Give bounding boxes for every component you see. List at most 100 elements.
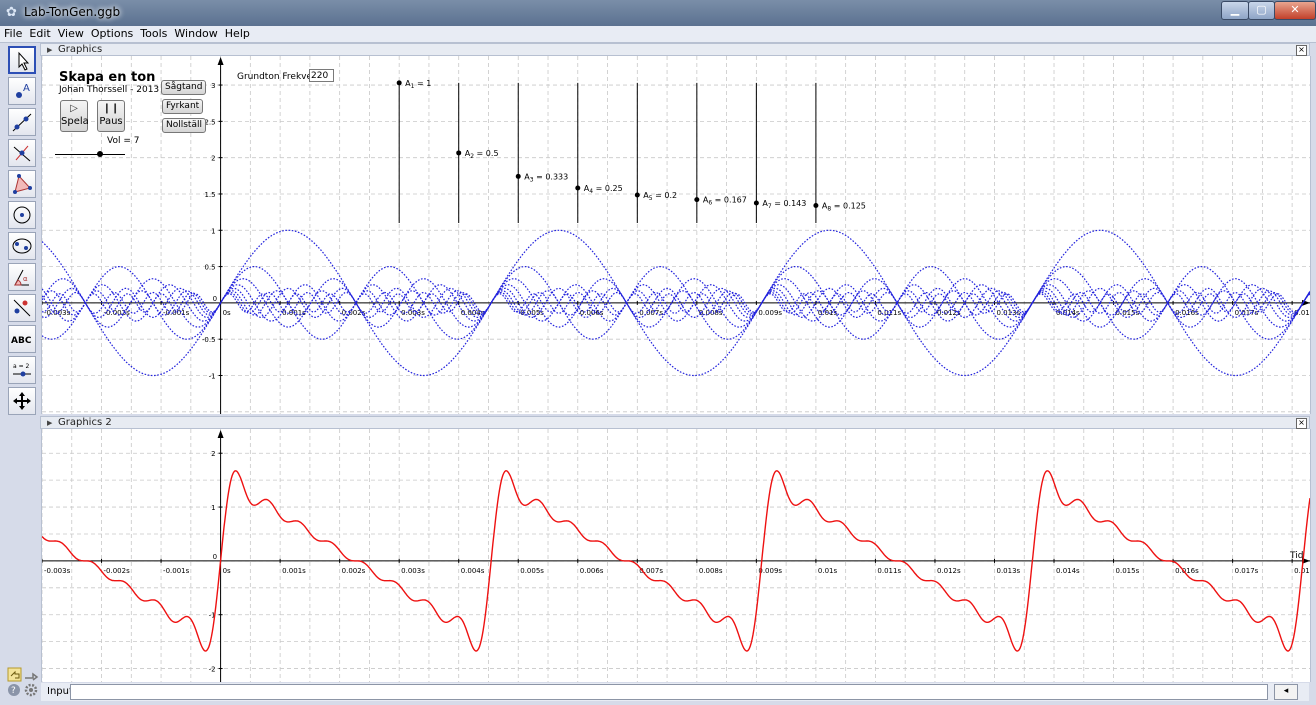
move-tool-button[interactable]	[8, 46, 36, 74]
input-field[interactable]	[70, 684, 1268, 700]
help-icon[interactable]: ?	[8, 684, 20, 696]
x-tick-label: 0.017s	[1235, 567, 1259, 575]
square-button[interactable]: Fyrkant	[162, 99, 204, 114]
panel-collapse-icon[interactable]: ▶	[47, 46, 52, 54]
point-tool-button[interactable]: A	[8, 77, 36, 105]
slider-tool-button[interactable]: a = 2	[8, 356, 36, 384]
line-tool-button[interactable]	[8, 108, 36, 136]
move-view-tool-button[interactable]	[8, 387, 36, 415]
axes: -0.003s -0.002s -0.001s 0s 0.001s 0.002s 0.003…	[42, 430, 1310, 682]
amplitude-slider-knob[interactable]	[813, 202, 819, 208]
menu-view[interactable]: View	[54, 26, 87, 40]
amplitude-label: A5 = 0.2	[643, 191, 677, 202]
amplitude-label: A6 = 0.167	[703, 196, 747, 207]
sawtooth-button[interactable]: Sågtand	[161, 80, 207, 95]
x-tick-label: 0.003s	[401, 567, 425, 575]
x-tick-label: 0.012s	[937, 567, 961, 575]
window-title: Lab-TonGen.ggb	[24, 5, 121, 19]
frequency-input[interactable]	[309, 69, 334, 82]
undo-icon[interactable]	[7, 667, 22, 682]
menu-file[interactable]: File	[0, 26, 25, 40]
close-panel-icon[interactable]: ×	[1296, 418, 1307, 429]
amplitude-slider-knob[interactable]	[515, 173, 521, 179]
tool-bar: A α ABC a = 2	[4, 44, 38, 684]
svg-text:A: A	[23, 83, 30, 94]
graphics-2-panel-header[interactable]: ▶ Graphics 2 ×	[40, 416, 1310, 429]
amplitude-slider-knob[interactable]	[753, 200, 759, 206]
polygon-tool-button[interactable]	[8, 170, 36, 198]
amplitude-slider-knob[interactable]	[456, 150, 462, 156]
x-tick-label: 0.01s	[818, 567, 838, 575]
page-title: Skapa en ton	[59, 70, 156, 85]
svg-text:ABC: ABC	[11, 336, 32, 346]
graphics-1-canvas[interactable]: -0.003s -0.002s -0.001s 0s 0.001s 0.002s 0.003…	[42, 56, 1310, 414]
graphics-panel-label: Graphics	[58, 44, 103, 55]
menu-tools[interactable]: Tools	[136, 26, 170, 40]
x-tick-label: 0.011s	[877, 567, 901, 575]
y-tick-label: -0.5	[202, 336, 216, 344]
x-tick-label: 0.002s	[342, 567, 366, 575]
perpendicular-icon	[13, 145, 31, 162]
amplitude-label: A8 = 0.125	[822, 201, 866, 212]
geogebra-logo-icon: ✿	[6, 5, 17, 20]
menu-edit[interactable]: Edit	[25, 26, 53, 40]
x-tick-label: 0.003s	[401, 309, 425, 317]
amplitude-slider-knob[interactable]	[396, 80, 402, 86]
y-tick-label: 1	[211, 504, 215, 512]
polygon-icon	[13, 174, 32, 194]
amplitude-slider-knob[interactable]	[634, 192, 640, 198]
menu-window[interactable]: Window	[170, 26, 220, 40]
graphics-view-1[interactable]: -0.003s -0.002s -0.001s 0s 0.001s 0.002s 0.003…	[41, 56, 1311, 414]
x-tick-label: 0.007s	[639, 309, 663, 317]
conic-tool-button[interactable]	[8, 232, 36, 260]
reflect-tool-button[interactable]	[8, 294, 36, 322]
y-tick-label: 0	[213, 553, 217, 561]
graphics-panel-header[interactable]: ▶ Graphics ×	[40, 43, 1310, 56]
amplitude-sliders: A1 = 1 A2 = 0.5 A3 = 0.333 A4 = 0.25 A5 = 0.…	[396, 79, 866, 224]
undo-redo-dock: ?	[6, 667, 40, 701]
x-tick-label: 0.005s	[520, 567, 544, 575]
volume-slider-knob[interactable]	[97, 151, 103, 157]
minimize-button[interactable]: ▁	[1221, 1, 1249, 20]
title-bar: ✿ Lab-TonGen.ggb ▁ ▢ ✕	[0, 0, 1316, 26]
text-tool-button[interactable]: ABC	[8, 325, 36, 353]
volume-slider-track[interactable]	[55, 154, 125, 155]
menu-options[interactable]: Options	[87, 26, 136, 40]
x-tick-label: -0.002s	[104, 567, 131, 575]
panel-collapse-icon[interactable]: ▶	[47, 419, 52, 427]
axes: -0.003s -0.002s -0.001s 0s 0.001s 0.002s 0.003…	[42, 57, 1310, 414]
x-tick-label: 0.005s	[520, 309, 544, 317]
close-panel-icon[interactable]: ×	[1296, 45, 1307, 56]
x-tick-label: 0.009s	[758, 567, 782, 575]
amplitude-slider-knob[interactable]	[694, 197, 700, 203]
play-icon: ▷	[70, 103, 78, 114]
menu-help[interactable]: Help	[221, 26, 253, 40]
redo-icon[interactable]	[25, 672, 39, 681]
x-tick-label: 0.001s	[282, 567, 306, 575]
x-tick-label: 0.015s	[1116, 567, 1140, 575]
x-tick-label: 0.008s	[699, 567, 723, 575]
pause-button[interactable]: ❙❙ Paus	[97, 100, 125, 132]
text-icon: ABC	[11, 336, 32, 346]
graphics-2-canvas[interactable]: -0.003s -0.002s -0.001s 0s 0.001s 0.002s 0.003…	[42, 429, 1310, 682]
amplitude-label: A2 = 0.5	[465, 149, 499, 160]
graphics-view-2[interactable]: -0.003s -0.002s -0.001s 0s 0.001s 0.002s 0.003…	[41, 429, 1311, 682]
maximize-button[interactable]: ▢	[1248, 1, 1275, 20]
grid-lines	[42, 429, 1310, 682]
play-button[interactable]: ▷ Spela	[60, 100, 89, 132]
x-tick-label: 0.016s	[1175, 567, 1199, 575]
y-tick-label: 3	[211, 82, 215, 90]
perpendicular-tool-button[interactable]	[8, 139, 36, 167]
close-button[interactable]: ✕	[1274, 1, 1316, 20]
angle-tool-button[interactable]: α	[8, 263, 36, 291]
amplitude-label: A1 = 1	[405, 79, 431, 90]
svg-text:α: α	[23, 275, 28, 283]
settings-gear-icon[interactable]	[24, 683, 38, 697]
symbol-keyboard-icon[interactable]: ◂	[1274, 684, 1298, 700]
graphics-2-panel-label: Graphics 2	[58, 417, 112, 428]
amplitude-slider-knob[interactable]	[575, 185, 581, 191]
circle-tool-button[interactable]	[8, 201, 36, 229]
y-tick-label: 0.5	[204, 264, 215, 272]
reset-button[interactable]: Nollställ	[162, 118, 206, 133]
cursor-arrow-icon	[18, 51, 30, 71]
